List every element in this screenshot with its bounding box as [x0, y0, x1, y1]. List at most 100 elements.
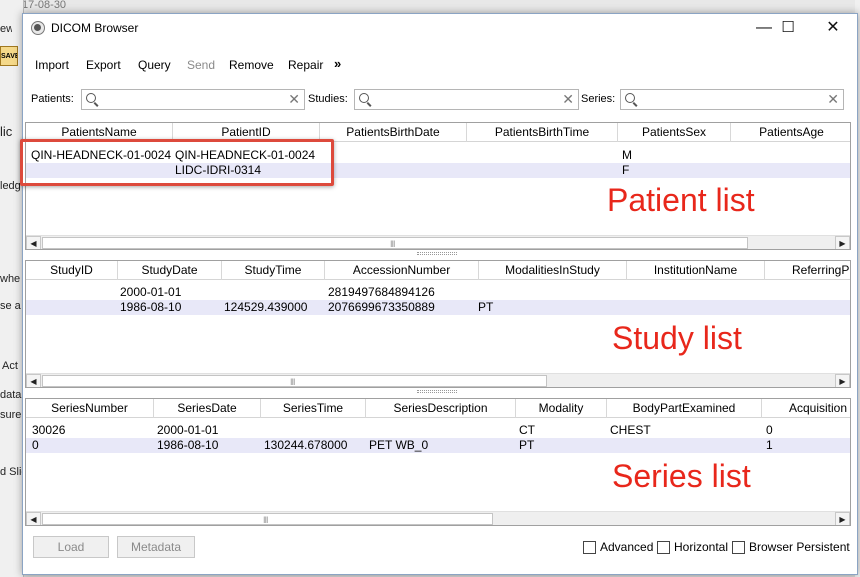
column-header[interactable]: StudyTime	[222, 261, 325, 280]
background-text: lic	[0, 124, 13, 139]
scrollbar-thumb[interactable]: III	[42, 513, 493, 525]
export-button[interactable]: Export	[86, 58, 121, 72]
series-table-header: SeriesNumber SeriesDate SeriesTime Serie…	[26, 399, 850, 418]
horizontal-checkbox[interactable]	[657, 541, 670, 554]
column-header[interactable]: PatientsBirthTime	[467, 123, 618, 142]
table-cell: 0	[766, 423, 773, 437]
import-button[interactable]: Import	[35, 58, 69, 72]
column-header[interactable]: StudyID	[26, 261, 118, 280]
splitter-grip	[417, 390, 457, 393]
search-icon	[625, 93, 635, 103]
study-table-header: StudyID StudyDate StudyTime AccessionNum…	[26, 261, 850, 280]
save-icon[interactable]: SAVE	[0, 46, 18, 66]
column-header[interactable]: SeriesDescription	[366, 399, 516, 418]
toolbar-overflow-button[interactable]: »	[334, 56, 341, 71]
background-text: data	[0, 389, 22, 401]
table-cell: 124529.439000	[224, 300, 308, 314]
column-header[interactable]: PatientsSex	[618, 123, 731, 142]
column-header[interactable]: PatientsAge	[731, 123, 850, 142]
column-header[interactable]: Modality	[516, 399, 607, 418]
scroll-right-icon[interactable]: ▶	[835, 512, 850, 525]
background-text: Act	[2, 360, 18, 372]
column-header[interactable]: StudyDate	[118, 261, 222, 280]
column-header[interactable]: ReferringP	[765, 261, 850, 280]
clear-icon[interactable]: ✕	[288, 91, 300, 108]
column-header[interactable]: Acquisition	[762, 399, 850, 418]
column-header[interactable]: SeriesTime	[261, 399, 366, 418]
column-header[interactable]: AccessionNumber	[325, 261, 479, 280]
table-row[interactable]: 1986-08-10 124529.439000 207669967335088…	[26, 300, 850, 315]
scrollbar-thumb[interactable]: III	[42, 375, 547, 387]
table-cell: 30026	[32, 423, 66, 437]
table-cell: 2819497684894126	[328, 285, 435, 299]
column-header[interactable]: SeriesDate	[154, 399, 261, 418]
scroll-left-icon[interactable]: ◀	[26, 236, 41, 249]
scrollbar-grip: III	[290, 377, 295, 387]
studies-search-input[interactable]: ✕	[354, 89, 579, 110]
series-filter-label: Series:	[581, 93, 616, 105]
app-icon	[31, 21, 45, 35]
clear-icon[interactable]: ✕	[827, 91, 839, 108]
window-title: DICOM Browser	[51, 21, 139, 35]
remove-button[interactable]: Remove	[229, 58, 274, 72]
panel-splitter[interactable]	[25, 390, 855, 395]
table-cell: 1986-08-10	[120, 300, 182, 314]
table-cell: 2000-01-01	[157, 423, 219, 437]
table-cell: 0	[32, 438, 39, 452]
load-button[interactable]: Load	[33, 536, 109, 558]
splitter-grip	[417, 252, 457, 255]
maximize-button[interactable]: ☐	[765, 14, 811, 42]
series-list-annotation: Series list	[612, 458, 751, 494]
send-button[interactable]: Send	[187, 58, 215, 72]
table-cell: CHEST	[610, 423, 651, 437]
repair-button[interactable]: Repair	[288, 58, 323, 72]
scroll-right-icon[interactable]: ▶	[835, 236, 850, 249]
browser-persistent-checkbox[interactable]	[732, 541, 745, 554]
background-text: d Slic	[0, 466, 22, 478]
patient-list-annotation: Patient list	[607, 182, 755, 218]
table-cell: 2076699673350889	[328, 300, 435, 314]
scrollbar-thumb[interactable]: III	[42, 237, 748, 249]
table-cell: PT	[478, 300, 494, 314]
patients-search-input[interactable]: ✕	[81, 89, 305, 110]
table-row[interactable]: 0 1986-08-10 130244.678000 PET WB_0 PT 1	[26, 438, 850, 453]
close-button[interactable]: ✕	[810, 14, 856, 42]
table-cell: 1	[766, 438, 773, 452]
search-icon	[86, 93, 96, 103]
patient-highlight-box	[20, 139, 334, 186]
horizontal-scrollbar[interactable]: ◀ III ▶	[26, 511, 850, 525]
scroll-left-icon[interactable]: ◀	[26, 512, 41, 525]
table-row[interactable]: 2000-01-01 2819497684894126	[26, 285, 850, 300]
series-search-input[interactable]: ✕	[620, 89, 844, 110]
table-row[interactable]: 30026 2000-01-01 CT CHEST 0	[26, 423, 850, 438]
background-app: ew SAVE lic ledg whe se a Act data sure …	[0, 0, 24, 577]
query-button[interactable]: Query	[138, 58, 171, 72]
table-cell: PET WB_0	[369, 438, 429, 452]
table-cell: 1986-08-10	[157, 438, 219, 452]
table-cell: F	[622, 163, 630, 177]
column-header[interactable]: ModalitiesInStudy	[479, 261, 627, 280]
advanced-label[interactable]: Advanced	[600, 540, 653, 554]
background-text: sure	[0, 409, 22, 421]
clear-icon[interactable]: ✕	[562, 91, 574, 108]
column-header[interactable]: SeriesNumber	[26, 399, 154, 418]
advanced-checkbox[interactable]	[583, 541, 596, 554]
column-header[interactable]: PatientsBirthDate	[320, 123, 467, 142]
search-icon	[359, 93, 369, 103]
horizontal-scrollbar[interactable]: ◀ III ▶	[26, 373, 850, 387]
scroll-right-icon[interactable]: ▶	[835, 374, 850, 387]
horizontal-label[interactable]: Horizontal	[674, 540, 728, 554]
metadata-button[interactable]: Metadata	[117, 536, 195, 558]
background-text: se a	[0, 300, 21, 312]
panel-splitter[interactable]	[25, 252, 855, 257]
table-cell: 130244.678000	[264, 438, 348, 452]
scrollbar-grip: III	[390, 239, 395, 249]
horizontal-scrollbar[interactable]: ◀ III ▶	[26, 235, 850, 249]
scrollbar-grip: III	[263, 515, 268, 525]
column-header[interactable]: BodyPartExamined	[607, 399, 762, 418]
column-header[interactable]: InstitutionName	[627, 261, 765, 280]
study-list-annotation: Study list	[612, 320, 742, 356]
scroll-left-icon[interactable]: ◀	[26, 374, 41, 387]
background-text: ledg	[0, 180, 21, 192]
browser-persistent-label[interactable]: Browser Persistent	[749, 540, 850, 554]
